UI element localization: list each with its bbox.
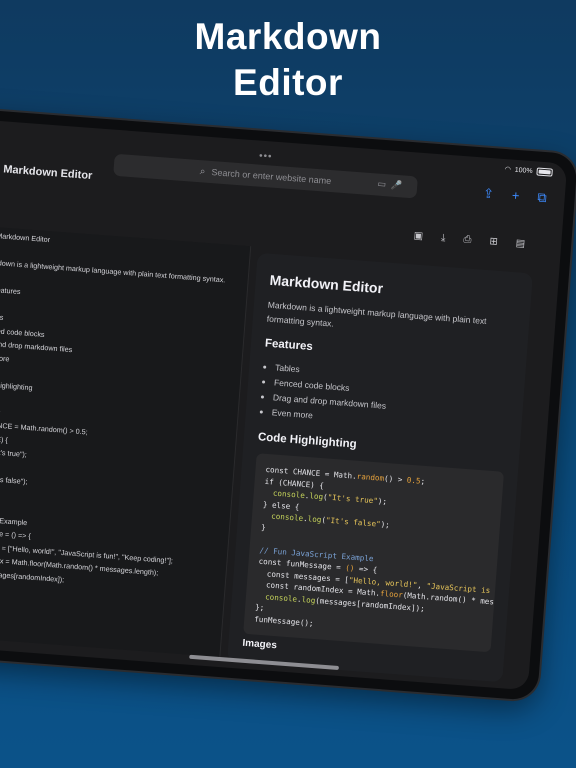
headline-line-2: Editor (233, 62, 343, 103)
tabs-icon[interactable]: ⧉ (537, 190, 547, 207)
plus-icon[interactable]: + (511, 188, 520, 205)
app-title: Markdown Editor (2, 163, 93, 183)
preview-intro: Markdown is a lightweight markup languag… (266, 299, 487, 329)
multitasking-dots-icon[interactable]: ••• (259, 151, 273, 163)
print-icon[interactable]: ⎙ (463, 234, 472, 246)
markdown-preview: Markdown Editor Markdown is a lightweigh… (227, 252, 533, 683)
editor-toolbar: ▣ ⤓ ⎙ ⊞ ▤ (413, 230, 525, 249)
download-icon[interactable]: ⤓ (441, 232, 446, 243)
file-icon[interactable]: ▤ (515, 238, 525, 250)
reader-mic-icons[interactable]: ▭🎤 (377, 179, 407, 192)
code-block: const CHANCE = Math.random() > 0.5; if (… (243, 453, 505, 653)
battery-label: 100% (514, 166, 533, 175)
wifi-icon: ◠ (504, 166, 512, 174)
status-bar: ◠ 100% (504, 165, 553, 177)
export-icon[interactable]: ⊞ (489, 236, 498, 248)
battery-icon (536, 167, 553, 177)
save-icon[interactable]: ▣ (413, 230, 423, 242)
url-placeholder: Search or enter website name (211, 167, 332, 187)
features-list: Tables Fenced code blocks Drag and drop … (259, 359, 511, 437)
ipad-device: ◠ 100% ••• ⌕ Search or enter website nam… (0, 102, 576, 701)
share-icon[interactable]: ⇪ (482, 185, 495, 202)
browser-actions: ⇪ + ⧉ (482, 185, 548, 207)
headline-line-1: Markdown (194, 16, 382, 57)
device-screen: ◠ 100% ••• ⌕ Search or enter website nam… (0, 112, 568, 691)
markdown-editor[interactable]: Markdown Editor kdown is a lightweight m… (0, 227, 252, 658)
search-icon: ⌕ (199, 165, 206, 178)
headline: Markdown Editor (0, 14, 576, 106)
